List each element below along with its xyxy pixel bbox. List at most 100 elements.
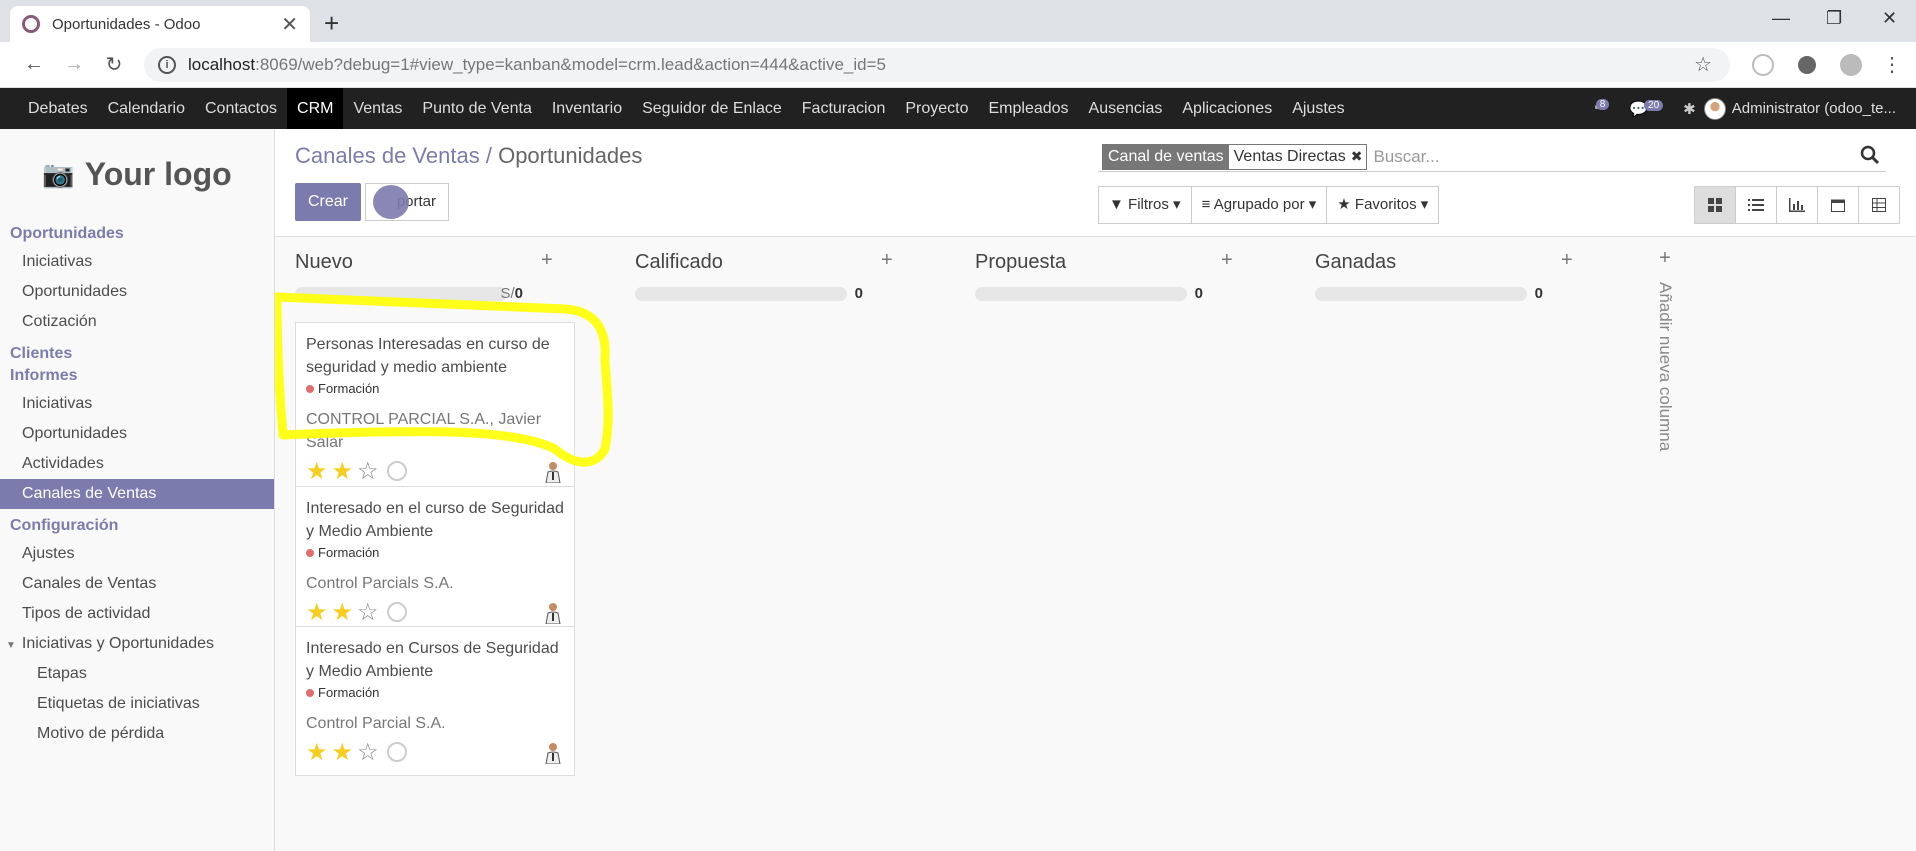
topnav-item-ausencias[interactable]: Ausencias [1079,88,1173,129]
sidebar-item-canales-de-ventas[interactable]: Canales de Ventas [0,569,274,599]
list-view-button[interactable] [1735,186,1777,224]
topnav-item-debates[interactable]: Debates [18,88,98,129]
sidebar-item-actividades[interactable]: Actividades [0,449,274,479]
url-bar[interactable]: i localhost:8069/web?debug=1#view_type=k… [144,47,1730,82]
groupby-dropdown[interactable]: ≡ Agrupado por ▾ [1190,186,1328,224]
quick-create-plus-icon[interactable]: + [1221,249,1233,272]
bookmark-star-icon[interactable]: ☆ [1694,52,1712,77]
sidebar-item-motivo-de-pérdida[interactable]: Motivo de pérdida [0,719,274,749]
sidebar-section-configuración[interactable]: Configuración [0,509,274,539]
salesperson-avatar[interactable] [542,740,564,764]
topnav-item-contactos[interactable]: Contactos [195,88,287,129]
quick-create-plus-icon[interactable]: + [881,249,893,272]
extension-2-icon[interactable] [1798,55,1816,74]
sidebar-item-iniciativas[interactable]: Iniciativas [0,389,274,419]
sidebar-item-iniciativas-y-oportunidades[interactable]: ▼ Iniciativas y Oportunidades [0,629,274,659]
close-window-icon[interactable]: ✕ [1882,8,1897,29]
quick-create-plus-icon[interactable]: + [1561,249,1573,272]
topnav-item-crm[interactable]: CRM [287,88,344,129]
priority-star-icon[interactable]: ☆ [357,598,379,627]
filters-dropdown[interactable]: ▼ Filtros ▾ [1098,186,1192,224]
close-tab-icon[interactable]: ✕ [281,12,298,37]
topnav-item-ajustes[interactable]: Ajustes [1282,88,1354,129]
salesperson-avatar[interactable] [542,459,564,483]
back-icon[interactable]: ← [14,53,54,76]
search-bar[interactable]: Canal de ventas Ventas Directas ✖ Buscar… [1098,142,1886,172]
sidebar-item-cotización[interactable]: Cotización [0,307,274,337]
sidebar-item-canales-de-ventas[interactable]: Canales de Ventas [0,479,274,509]
topnav-item-empleados[interactable]: Empleados [979,88,1079,129]
minimize-icon[interactable]: — [1772,8,1790,29]
topnav-item-proyecto[interactable]: Proyecto [895,88,978,129]
priority-star-icon[interactable]: ★ [332,457,354,486]
sidebar-section-clientes[interactable]: Clientes [0,337,274,367]
breadcrumb-parent[interactable]: Canales de Ventas [295,143,480,168]
kanban-card[interactable]: Personas Interesadas en curso de segurid… [295,322,575,495]
add-column[interactable]: + Añadir nueva columna [1645,247,1685,451]
pivot-view-button[interactable] [1858,186,1900,224]
activity-clock-icon[interactable] [386,461,407,481]
topnav-item-aplicaciones[interactable]: Aplicaciones [1172,88,1282,129]
salesperson-avatar[interactable] [542,600,564,624]
activity-clock-icon[interactable] [386,742,407,762]
column-title[interactable]: Nuevo [295,251,353,274]
column-title[interactable]: Propuesta [975,251,1066,274]
graph-view-button[interactable] [1776,186,1818,224]
topnav-item-inventario[interactable]: Inventario [542,88,632,129]
site-info-icon[interactable]: i [158,55,176,74]
sidebar-item-ajustes[interactable]: Ajustes [0,539,274,569]
sidebar-item-iniciativas[interactable]: Iniciativas [0,247,274,277]
favorites-dropdown[interactable]: ★ Favoritos ▾ [1326,186,1440,224]
user-menu[interactable]: Administrator (odoo_te... [1732,100,1896,117]
user-avatar[interactable] [1703,97,1726,120]
sidebar-item-etapas[interactable]: Etapas [0,659,274,689]
activity-clock-icon[interactable] [386,602,407,622]
sidebar-section-oportunidades[interactable]: Oportunidades [0,219,274,247]
column-title[interactable]: Calificado [635,251,723,274]
calendar-view-button[interactable] [1817,186,1859,224]
collapse-caret-icon[interactable]: ▼ [6,640,16,651]
extension-icon[interactable] [1752,53,1774,76]
search-icon[interactable] [1860,145,1880,165]
topnav-item-facturacion[interactable]: Facturacion [792,88,896,129]
sidebar-item-tipos-de-actividad[interactable]: Tipos de actividad [0,599,274,629]
kanban-grid-icon [1708,198,1722,212]
priority-star-icon[interactable]: ☆ [357,738,379,767]
topnav-item-calendario[interactable]: Calendario [98,88,195,129]
activity-icon[interactable]: ◔8 [1591,99,1614,117]
sidebar-item-etiquetas-de-iniciativas[interactable]: Etiquetas de iniciativas [0,689,274,719]
column-title[interactable]: Ganadas [1315,251,1396,274]
sidebar-item-oportunidades[interactable]: Oportunidades [0,419,274,449]
priority-star-icon[interactable]: ☆ [357,457,379,486]
kanban-card[interactable]: Interesado en el curso de Seguridad y Me… [295,486,575,636]
create-button[interactable]: Crear [295,183,361,221]
priority-star-icon[interactable]: ★ [332,598,354,627]
messages-icon[interactable]: 💬20 [1629,99,1667,118]
priority-star-icon[interactable]: ★ [306,457,328,486]
reload-icon[interactable]: ↻ [94,52,134,77]
topnav-item-ventas[interactable]: Ventas [343,88,412,129]
activity-badge: 8 [1595,99,1610,110]
debug-bug-icon[interactable]: ✱ [1683,100,1696,118]
search-input[interactable]: Buscar... [1373,147,1439,167]
priority-star-icon[interactable]: ★ [332,738,354,767]
company-logo[interactable]: 📷 Your logo [0,129,274,219]
forward-icon[interactable]: → [54,53,94,76]
browser-tab[interactable]: Oportunidades - Odoo ✕ [10,6,310,42]
profile-icon[interactable] [1840,53,1862,76]
new-tab-icon[interactable]: + [324,8,339,39]
remove-facet-icon[interactable]: ✖ [1351,148,1363,165]
search-facet[interactable]: Canal de ventas Ventas Directas ✖ [1102,143,1368,170]
topnav-item-punto-de-venta[interactable]: Punto de Venta [412,88,541,129]
priority-star-icon[interactable]: ★ [306,738,328,767]
browser-menu-icon[interactable]: ⋮ [1882,52,1902,77]
topnav-item-seguidor-de-enlace[interactable]: Seguidor de Enlace [632,88,792,129]
priority-star-icon[interactable]: ★ [306,598,328,627]
kanban-card[interactable]: Interesado en Cursos de Seguridad y Medi… [295,626,575,776]
sidebar-item-oportunidades[interactable]: Oportunidades [0,277,274,307]
sidebar-section-informes[interactable]: Informes [0,367,274,389]
add-column-plus-icon[interactable]: + [1645,247,1685,270]
kanban-view-button[interactable] [1694,186,1736,224]
quick-create-plus-icon[interactable]: + [541,249,553,272]
restore-icon[interactable]: ❐ [1826,8,1842,29]
